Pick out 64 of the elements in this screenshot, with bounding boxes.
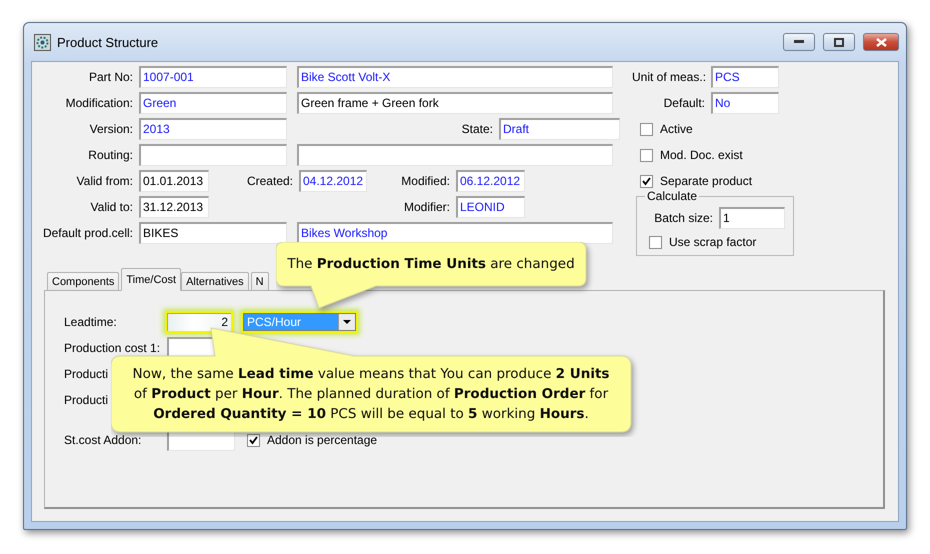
field-label: Created: xyxy=(246,174,294,188)
tab[interactable]: Components xyxy=(47,272,120,291)
field-label: Modified: xyxy=(400,174,451,188)
text-field[interactable]: No xyxy=(711,92,779,114)
field-label: Batch size: xyxy=(653,211,714,225)
text-field[interactable] xyxy=(139,144,287,166)
checkbox-label: Mod. Doc. exist xyxy=(660,148,743,162)
close-button[interactable] xyxy=(863,33,899,51)
field-label: St.cost Addon: xyxy=(64,433,142,447)
checkbox[interactable] xyxy=(247,434,260,446)
field-label: Valid from: xyxy=(76,174,134,188)
text-field[interactable]: 04.12.2012 xyxy=(299,170,367,192)
callout-text: The Production Time Units are changed xyxy=(286,255,576,274)
close-icon xyxy=(876,38,886,46)
text-field[interactable]: 01.01.2013 xyxy=(139,170,209,192)
field-label: Producti xyxy=(64,393,108,407)
text-field[interactable]: 31.12.2013 xyxy=(139,196,209,218)
text-field[interactable]: BIKES xyxy=(139,222,287,244)
field-label: Modification: xyxy=(64,96,134,110)
checkbox[interactable] xyxy=(640,122,653,136)
callout-text: Now, the same Lead time value means that You can produce 2 Units of Product per Hour. The planned duration of Production Order for Ordered Quantity = 10 PCS will be equal to 5 working Hours. xyxy=(132,365,610,424)
text-field[interactable]: Green xyxy=(139,92,287,114)
checkbox-label: Active xyxy=(660,122,693,136)
text-field[interactable]: 1 xyxy=(719,207,785,229)
checkbox-label: Addon is percentage xyxy=(267,433,378,447)
maximize-icon xyxy=(834,38,844,46)
field-label: Unit of meas.: xyxy=(632,70,708,84)
tab[interactable]: Alternatives xyxy=(181,272,249,291)
field-label: Default: xyxy=(662,96,706,110)
field-label: Production cost 1: xyxy=(64,341,162,355)
text-field[interactable]: 06.12.2012 xyxy=(456,170,525,192)
text-field[interactable]: Bike Scott Volt-X xyxy=(297,66,613,88)
field-label: Version: xyxy=(88,122,134,136)
checkbox-label: Separate product xyxy=(660,174,752,188)
gear-icon xyxy=(34,34,51,50)
text-field[interactable]: 2013 xyxy=(139,118,287,140)
checkbox[interactable] xyxy=(640,174,653,188)
tab[interactable]: Time/Cost xyxy=(121,268,182,291)
text-field[interactable]: 1007-001 xyxy=(139,66,287,88)
field-label: Producti xyxy=(64,367,108,381)
window-title: Product Structure xyxy=(57,34,160,50)
field-label: Routing: xyxy=(87,148,134,162)
caret-icon xyxy=(343,320,351,324)
field-label: State: xyxy=(460,122,494,136)
text-field[interactable]: Draft xyxy=(499,118,620,140)
text-field[interactable] xyxy=(297,144,613,166)
maximize-button[interactable] xyxy=(823,33,855,51)
field-label: Part No: xyxy=(88,70,134,84)
field-label: Leadtime: xyxy=(64,315,118,329)
text-field[interactable]: Bikes Workshop xyxy=(297,222,613,244)
checkbox[interactable] xyxy=(640,148,653,162)
text-field[interactable]: LEONID xyxy=(456,196,525,218)
checkbox-label: Use scrap factor xyxy=(669,235,756,249)
minimize-button[interactable] xyxy=(783,33,815,51)
group-title: Calculate xyxy=(645,189,700,203)
checkbox[interactable] xyxy=(649,236,662,248)
field-label: Valid to: xyxy=(90,200,134,214)
text-field[interactable]: Green frame + Green fork xyxy=(297,92,613,114)
field-label: Modifier: xyxy=(402,200,451,214)
field-label: Default prod.cell: xyxy=(42,226,134,240)
minimize-icon xyxy=(794,40,804,44)
text-field[interactable]: PCS xyxy=(711,66,779,88)
leadtime-field[interactable]: 2 xyxy=(167,313,231,331)
tab[interactable]: N xyxy=(250,272,269,291)
